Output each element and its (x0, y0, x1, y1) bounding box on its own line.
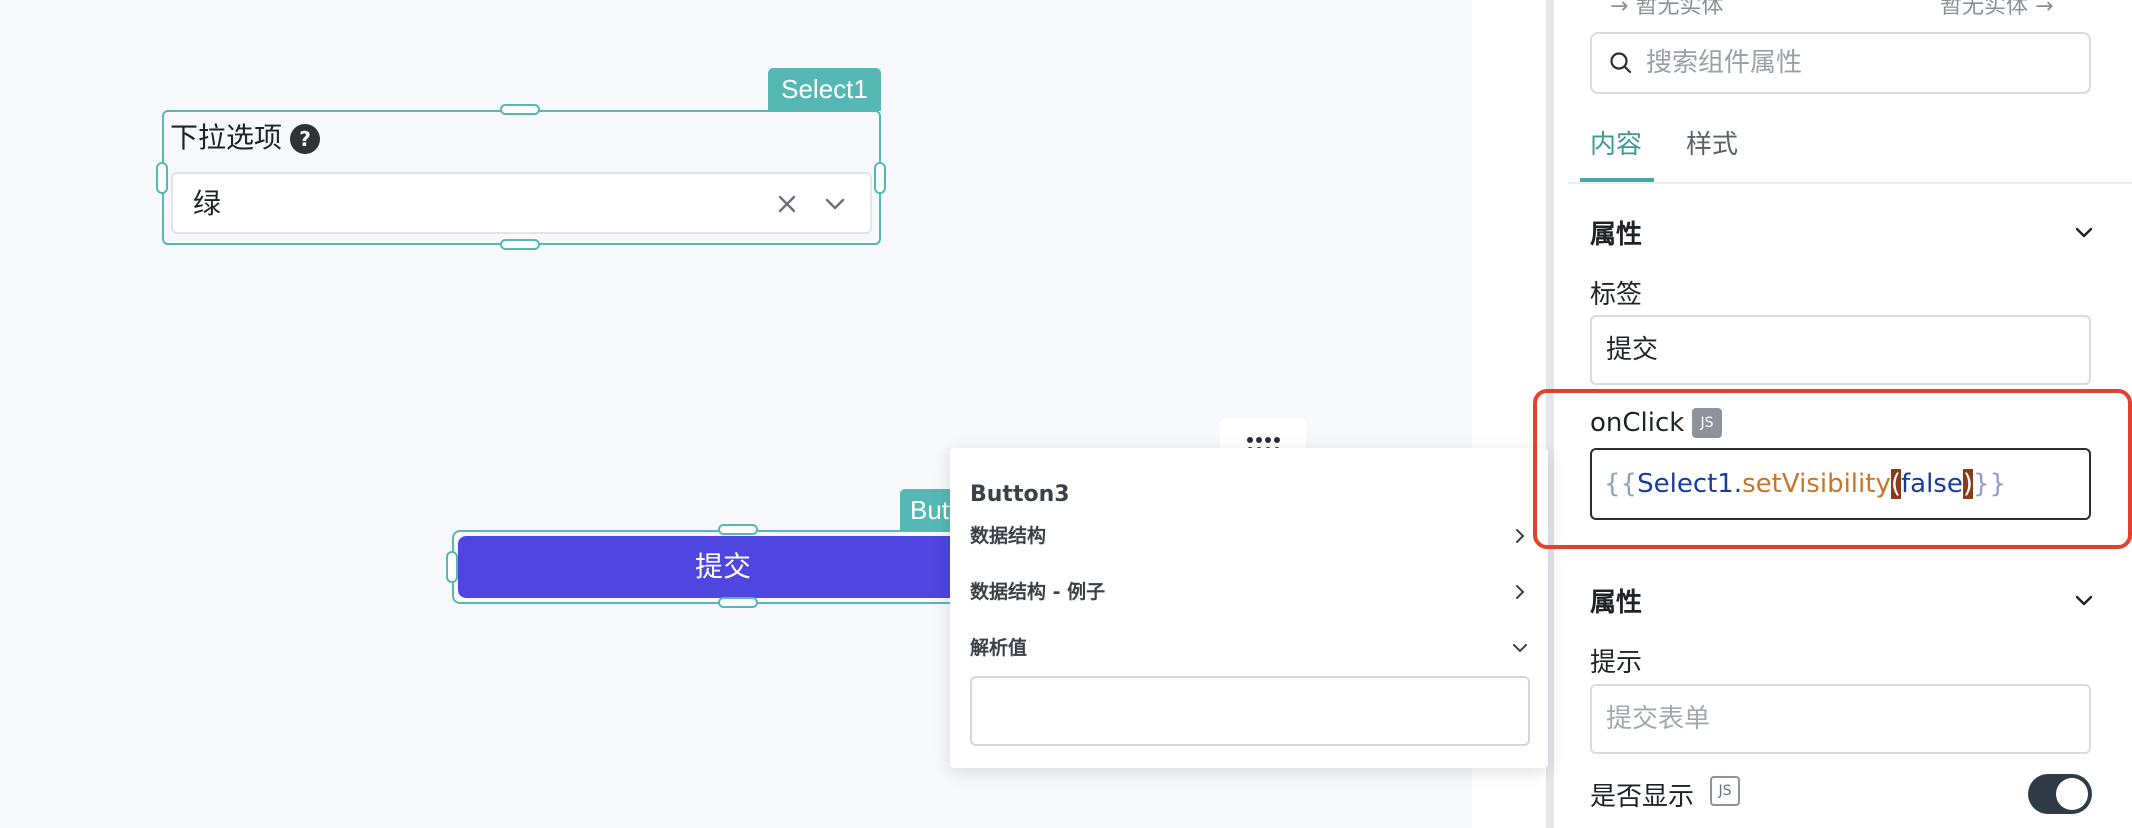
clear-icon[interactable] (771, 188, 803, 220)
resize-handle-left[interactable] (156, 162, 168, 194)
select-dropdown[interactable]: 绿 (171, 172, 872, 234)
popup-row-label: 数据结构 (970, 525, 1047, 547)
visible-field-label: 是否显示 (1590, 782, 1695, 812)
select-widget-label: 下拉选项 (170, 121, 283, 154)
section-title-properties[interactable]: 属性 (1590, 214, 1642, 251)
submit-button[interactable]: 提交 (458, 536, 988, 598)
evaluated-value-box (970, 676, 1530, 746)
button-resize-handle-bottom[interactable] (718, 597, 758, 608)
js-toggle-icon[interactable]: JS (1710, 776, 1740, 806)
entity-link-left-label: 暂无实体 (1635, 0, 1724, 19)
entity-link-right-label: 暂无实体 (1940, 0, 2029, 19)
button-resize-handle-left[interactable] (446, 551, 458, 583)
chevron-right-icon (1516, 529, 1525, 543)
tooltip-field-label: 提示 (1590, 648, 1643, 678)
toggle-knob (2056, 778, 2088, 810)
search-input[interactable] (1646, 42, 2076, 84)
popup-row-label: 数据结构 - 例子 (970, 581, 1106, 603)
label-field-input[interactable]: 提交 (1590, 315, 2091, 385)
section-title-properties-2[interactable]: 属性 (1590, 582, 1642, 619)
resize-handle-top[interactable] (500, 104, 540, 115)
tab-style[interactable]: 样式 (1686, 124, 1738, 161)
popup-row-evaluated-value[interactable]: 解析值 (970, 632, 1530, 664)
help-icon[interactable]: ? (290, 124, 320, 154)
entity-link-left[interactable]: → 暂无实体 (1610, 0, 1723, 20)
button-resize-handle-top[interactable] (718, 524, 758, 535)
popup-row-label: 解析值 (970, 637, 1028, 659)
tab-bar-divider (1568, 182, 2132, 184)
select-value: 绿 (193, 187, 222, 220)
annotation-highlight-box (1533, 389, 2132, 549)
chevron-down-icon (1513, 644, 1527, 653)
resize-handle-bottom[interactable] (500, 239, 540, 250)
label-field-label: 标签 (1590, 280, 1643, 310)
popup-title: Button3 (970, 482, 1070, 507)
active-tab-indicator (1580, 178, 1654, 182)
entity-link-right[interactable]: 暂无实体 → (1940, 0, 2053, 20)
search-icon (1610, 52, 1632, 74)
chevron-right-icon (1516, 585, 1525, 599)
chevron-down-icon[interactable] (2072, 588, 2096, 612)
popup-row-data-example[interactable]: 数据结构 - 例子 (970, 576, 1530, 608)
resize-handle-right[interactable] (874, 162, 886, 194)
chevron-down-icon[interactable] (819, 188, 851, 220)
popup-row-data-structure[interactable]: 数据结构 (970, 520, 1530, 552)
property-search[interactable] (1590, 32, 2091, 94)
tab-content[interactable]: 内容 (1590, 124, 1642, 161)
select-widget-tag[interactable]: Select1 (768, 68, 881, 111)
tooltip-field-input[interactable]: 提交表单 (1590, 684, 2091, 754)
chevron-down-icon[interactable] (2072, 220, 2096, 244)
visible-toggle[interactable] (2028, 774, 2092, 814)
